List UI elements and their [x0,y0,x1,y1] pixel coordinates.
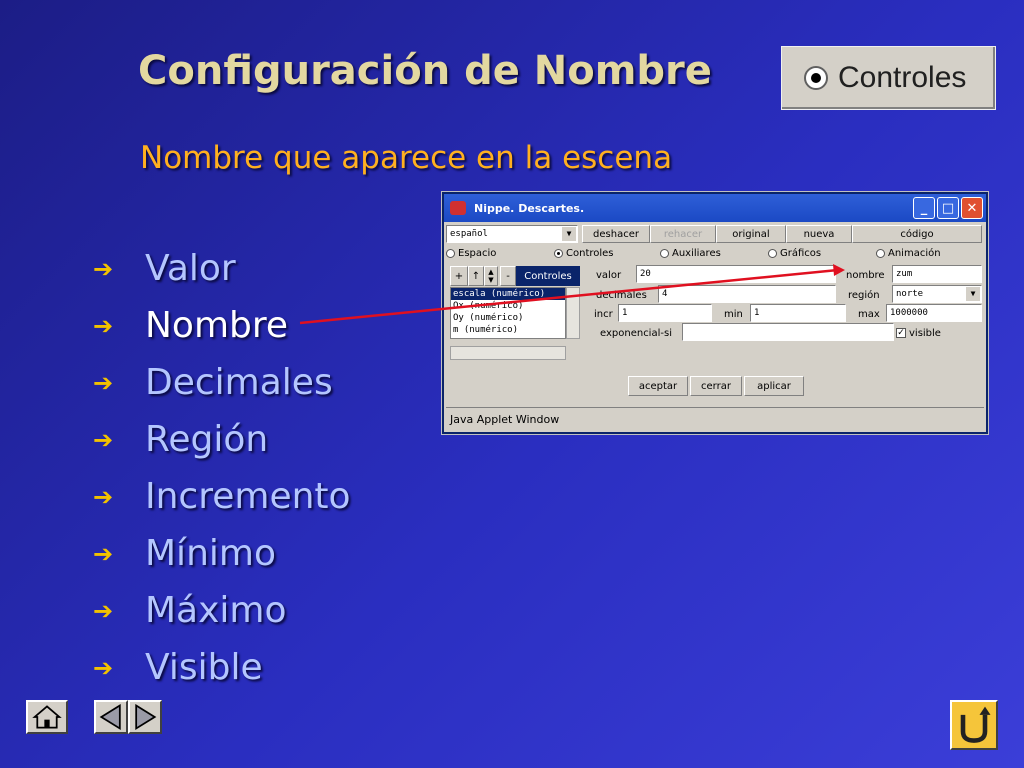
triangle-right-icon [135,703,157,731]
previous-button[interactable] [94,700,128,734]
next-button[interactable] [128,700,162,734]
triangle-left-icon [99,703,121,731]
home-button[interactable] [26,700,68,734]
pointer-arrow [299,264,845,325]
back-button[interactable] [950,700,998,750]
u-turn-arrow-icon [960,706,991,743]
home-icon [32,705,62,729]
